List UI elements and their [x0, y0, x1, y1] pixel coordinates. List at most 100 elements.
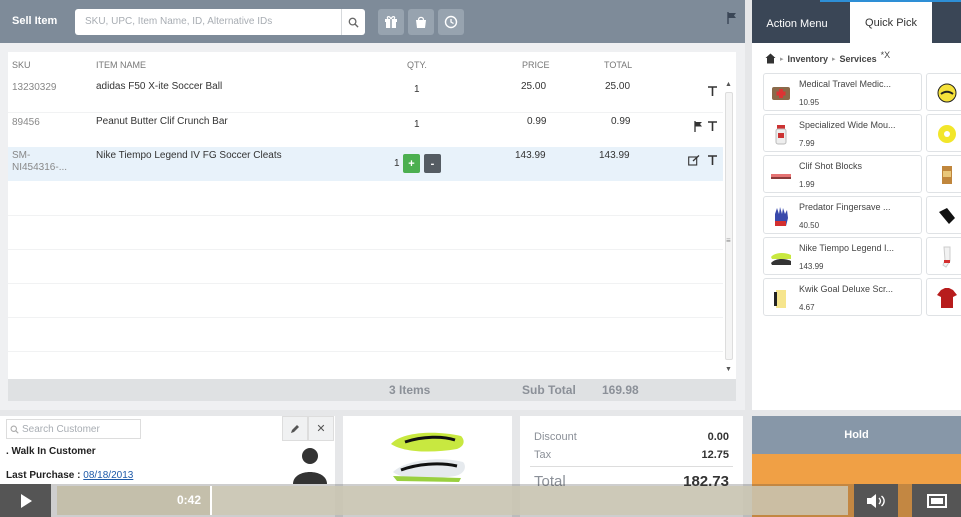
- tax-toggle-icon[interactable]: [708, 155, 717, 165]
- video-time: 0:42: [177, 493, 202, 507]
- table-row[interactable]: 89456 Peanut Butter Clif Crunch Bar 1 0.…: [8, 113, 723, 147]
- last-purchase: Last Purchase : 08/18/2013: [6, 470, 133, 481]
- row-price: 0.99: [527, 116, 547, 127]
- table-scrollbar[interactable]: ▲ ≡ ▼: [722, 78, 736, 378]
- discount-value[interactable]: 0.00: [708, 431, 729, 443]
- top-toolbar: Sell Item SKU, UPC, Item Name, ID, Alter…: [0, 0, 745, 43]
- scroll-up-icon[interactable]: ▲: [725, 81, 732, 88]
- row-qty[interactable]: 1: [414, 84, 420, 95]
- quick-pick-item[interactable]: Medical Travel Medic... 10.95: [763, 73, 922, 111]
- quick-pick-item[interactable]: [926, 237, 961, 275]
- row-item-name: adidas F50 X-ite Soccer Ball: [96, 81, 223, 92]
- quick-pick-item[interactable]: Predator Fingersave ... 40.50: [763, 196, 922, 234]
- play-icon: [20, 493, 32, 508]
- tax-toggle-icon[interactable]: [708, 121, 717, 131]
- volume-icon: [867, 493, 885, 508]
- row-sku: 89456: [12, 117, 40, 128]
- cart-grid: SKU ITEM NAME QTY. PRICE TOTAL 13230329 …: [0, 43, 745, 410]
- edit-customer-button[interactable]: [282, 416, 308, 441]
- flag-icon[interactable]: [727, 12, 737, 24]
- close-icon: ✕: [316, 423, 326, 435]
- customer-name: . Walk In Customer: [6, 446, 96, 457]
- item-search-input[interactable]: SKU, UPC, Item Name, ID, Alternative IDs: [75, 9, 365, 35]
- quick-pick-item[interactable]: Specialized Wide Mou... 7.99: [763, 114, 922, 152]
- cleat-black-icon: [939, 208, 955, 224]
- last-purchase-link[interactable]: 08/18/2013: [83, 470, 133, 481]
- tab-action-menu[interactable]: Action Menu: [752, 5, 842, 43]
- subtotal-label: Sub Total: [522, 383, 576, 397]
- scrimmage-vest-icon: [774, 290, 786, 308]
- row-sku: SM- NI454316-...: [12, 150, 68, 173]
- soccer-cleat-icon: [771, 252, 791, 265]
- quick-pick-panel: ▸ Inventory ▸ Services *X Medical Travel…: [752, 43, 961, 410]
- quick-pick-item[interactable]: [926, 278, 961, 316]
- row-item-name: Peanut Butter Clif Crunch Bar: [96, 116, 228, 127]
- breadcrumb: ▸ Inventory ▸ Services *X: [765, 50, 891, 64]
- search-button[interactable]: [341, 9, 365, 35]
- bag-button[interactable]: [408, 9, 434, 35]
- customer-avatar-icon: [293, 448, 327, 484]
- row-total: 143.99: [599, 150, 630, 161]
- tax-value: 12.75: [701, 449, 729, 461]
- home-icon[interactable]: [765, 53, 776, 64]
- row-sku: 13230329: [12, 82, 57, 93]
- row-price: 143.99: [515, 150, 546, 161]
- quick-pick-item[interactable]: Nike Tiempo Legend I... 143.99: [763, 237, 922, 275]
- row-qty[interactable]: 1: [414, 119, 420, 130]
- decrease-qty-button[interactable]: -: [424, 154, 441, 173]
- product-price: 7.99: [799, 139, 815, 148]
- snack-bar-icon: [942, 166, 952, 184]
- customer-search-input[interactable]: Search Customer: [6, 419, 141, 439]
- product-name: Kwik Goal Deluxe Scr...: [799, 284, 894, 294]
- medical-kit-icon: [772, 87, 790, 100]
- breadcrumb-close[interactable]: *X: [881, 50, 891, 60]
- soccer-ball-icon: [937, 83, 957, 103]
- subtotal-value: 169.98: [602, 383, 639, 397]
- discount-label: Discount: [534, 431, 577, 443]
- tax-toggle-icon[interactable]: [708, 86, 717, 96]
- product-name: Medical Travel Medic...: [799, 79, 892, 89]
- product-price: 10.95: [799, 98, 820, 107]
- column-header-qty: QTY.: [407, 60, 427, 70]
- remove-customer-button[interactable]: ✕: [308, 416, 334, 441]
- row-qty[interactable]: 1: [394, 158, 400, 169]
- flag-icon[interactable]: [694, 121, 703, 132]
- product-price: 1.99: [799, 180, 815, 189]
- quick-pick-item[interactable]: [926, 196, 961, 234]
- scroll-grip-icon[interactable]: ≡: [726, 236, 731, 245]
- right-panel-tabs: Action Menu Quick Pick: [752, 0, 961, 43]
- fullscreen-button[interactable]: [912, 484, 961, 517]
- increase-qty-button[interactable]: +: [403, 154, 420, 173]
- pencil-icon: [291, 424, 299, 433]
- breadcrumb-inventory[interactable]: Inventory: [788, 54, 829, 64]
- play-button[interactable]: [0, 484, 51, 517]
- scroll-down-icon[interactable]: ▼: [725, 366, 732, 373]
- product-name: Specialized Wide Mou...: [799, 120, 896, 130]
- table-row[interactable]: 13230329 adidas F50 X-ite Soccer Ball 1 …: [8, 78, 723, 112]
- breadcrumb-services[interactable]: Services: [840, 54, 877, 64]
- quick-pick-item[interactable]: Clif Shot Blocks 1.99: [763, 155, 922, 193]
- hold-button[interactable]: Hold: [752, 416, 961, 454]
- tab-quick-pick[interactable]: Quick Pick: [850, 2, 932, 43]
- video-progress-bar[interactable]: 0:42: [57, 486, 848, 515]
- customer-search-placeholder: Search Customer: [22, 424, 100, 435]
- item-search-placeholder: SKU, UPC, Item Name, ID, Alternative IDs: [85, 16, 273, 27]
- tape-roll-icon: [938, 125, 956, 143]
- quick-pick-item[interactable]: [926, 73, 961, 111]
- volume-button[interactable]: [854, 484, 898, 517]
- quick-pick-item[interactable]: [926, 114, 961, 152]
- quick-pick-item[interactable]: Kwik Goal Deluxe Scr... 4.67: [763, 278, 922, 316]
- product-price: 143.99: [799, 262, 824, 271]
- edit-icon[interactable]: [688, 155, 700, 166]
- search-icon: [348, 17, 359, 28]
- history-button[interactable]: [438, 9, 464, 35]
- column-header-price: PRICE: [522, 60, 550, 70]
- column-header-sku: SKU: [12, 60, 31, 70]
- quick-pick-item[interactable]: [926, 155, 961, 193]
- table-row-selected[interactable]: SM- NI454316-... Nike Tiempo Legend IV F…: [8, 147, 723, 181]
- item-count: 3 Items: [389, 383, 431, 397]
- gift-receipt-button[interactable]: [378, 9, 404, 35]
- fullscreen-icon: [926, 493, 947, 508]
- shopping-bag-icon: [416, 16, 426, 28]
- water-bottle-icon: [775, 125, 787, 145]
